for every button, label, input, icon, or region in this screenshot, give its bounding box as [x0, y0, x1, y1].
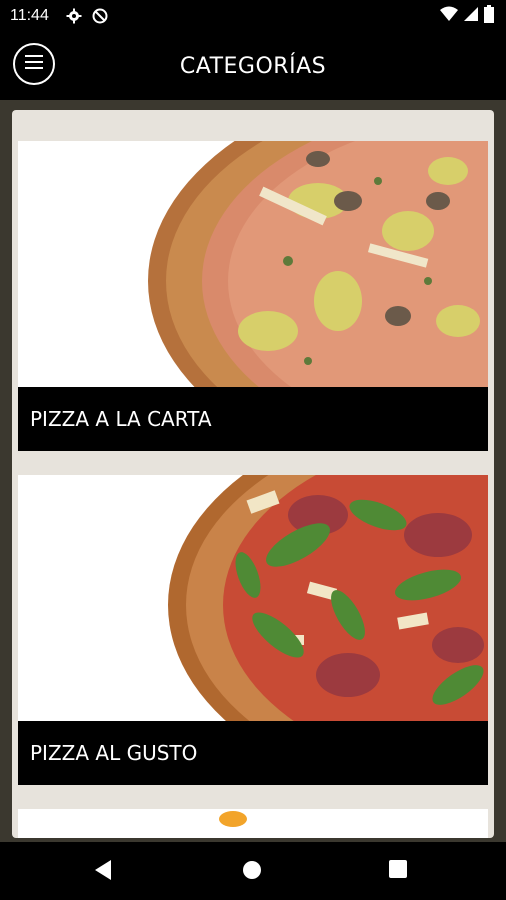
wifi-icon [440, 6, 458, 27]
category-label: PIZZA AL GUSTO [30, 741, 198, 765]
category-label: PIZZA A LA CARTA [30, 407, 212, 431]
category-card-pizza-al-gusto[interactable]: PIZZA AL GUSTO [18, 475, 488, 785]
page-title: CATEGORÍAS [179, 53, 327, 79]
status-bar: 11:44 [0, 0, 506, 32]
category-label-bar: PIZZA A LA CARTA [18, 387, 488, 451]
back-triangle-icon[interactable] [93, 859, 113, 881]
category-list: PIZZA A LA CARTA PIZZA AL GUSTO [12, 110, 494, 838]
category-card-pizza-a-la-carta[interactable]: PIZZA A LA CARTA [18, 141, 488, 451]
category-label-bar: PIZZA AL GUSTO [18, 721, 488, 785]
pizza-a-la-carta-image [18, 141, 488, 451]
content-area: PIZZA A LA CARTA PIZZA AL GUSTO [0, 100, 506, 842]
system-nav-bar [0, 842, 506, 900]
menu-icon [25, 54, 43, 74]
no-sync-icon [92, 8, 108, 24]
menu-button[interactable] [13, 43, 55, 85]
app-bar: CATEGORÍAS [0, 32, 506, 100]
recents-square-icon[interactable] [388, 859, 408, 879]
pizza-al-gusto-image [18, 475, 488, 785]
gear-icon [66, 8, 82, 24]
home-circle-icon[interactable] [241, 859, 263, 881]
partial-category-image [18, 809, 488, 838]
signal-icon [464, 6, 478, 27]
battery-icon [484, 4, 494, 28]
category-card-partial[interactable] [18, 809, 488, 838]
status-time: 11:44 [10, 7, 49, 24]
